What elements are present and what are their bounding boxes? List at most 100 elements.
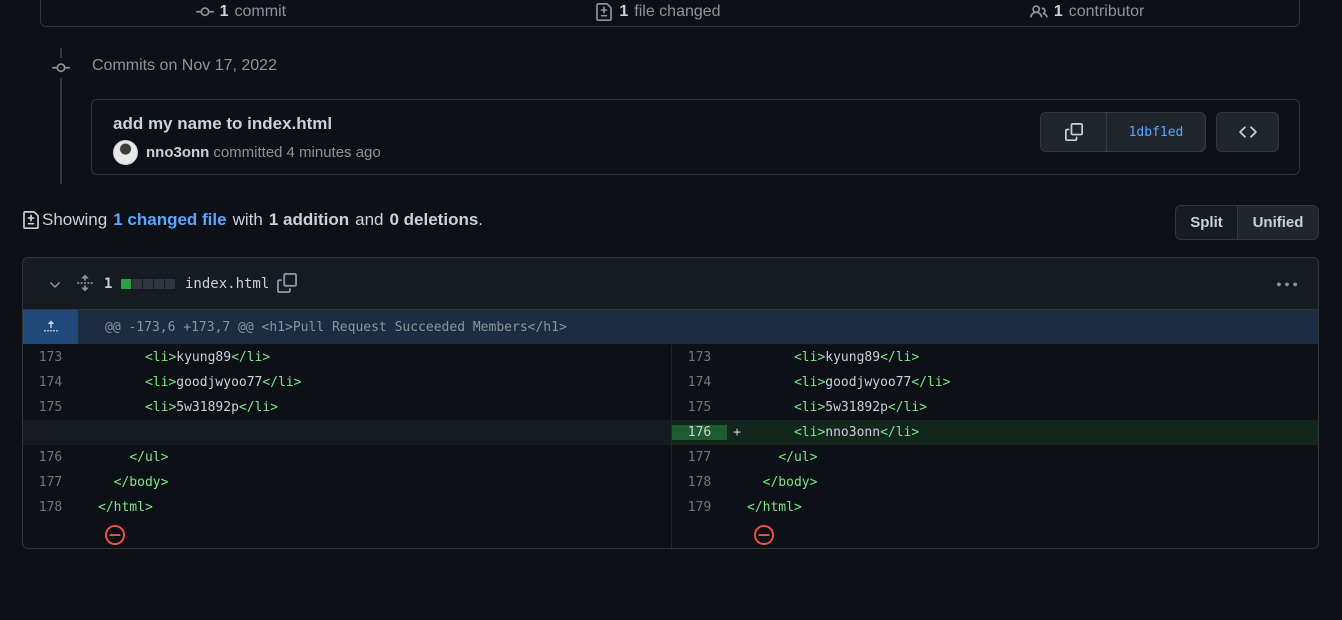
browse-repo-button[interactable]	[1216, 112, 1279, 152]
line-number[interactable]: 175	[672, 400, 727, 415]
code-open-tag: </ul>	[778, 450, 818, 465]
contributors-stat[interactable]: 1 contributor	[1029, 3, 1145, 21]
files-stat[interactable]: 1 file changed	[595, 3, 721, 21]
code-open-tag: </html>	[98, 500, 153, 515]
code-open-tag: <li>	[793, 350, 826, 365]
diff-row: 176 </ul>	[23, 445, 671, 470]
diff-row: 173 <li>kyung89</li>	[23, 345, 671, 370]
commit-meta: nno3onn committed 4 minutes ago	[113, 140, 381, 165]
diff-view-toggle: Split Unified	[1175, 205, 1319, 240]
code-line: <li>goodjwyoo77</li>	[747, 375, 951, 390]
unified-view-button[interactable]: Unified	[1238, 206, 1318, 239]
code-open-tag: <li>	[144, 400, 177, 415]
showing-and: and	[355, 210, 384, 229]
line-number[interactable]: 176	[23, 450, 78, 465]
line-number[interactable]: 178	[672, 475, 727, 490]
code-icon	[1238, 126, 1257, 138]
line-number[interactable]: 176	[672, 425, 727, 440]
commit-sha-group: 1dbf1ed	[1040, 112, 1206, 152]
fold-up-icon	[43, 320, 58, 332]
diff-row: 179 </html>	[672, 495, 1318, 520]
commit-title-link[interactable]: add my name to index.html	[113, 114, 332, 134]
code-line: </html>	[747, 500, 802, 515]
commit-sha-link[interactable]: 1dbf1ed	[1107, 113, 1205, 151]
diff-row: 178 </body>	[672, 470, 1318, 495]
contributors-label: contributor	[1068, 3, 1145, 20]
code-line: </body>	[747, 475, 818, 490]
copy-sha-button[interactable]	[1041, 113, 1107, 151]
code-close-tag: </li>	[262, 375, 302, 390]
copy-icon[interactable]	[277, 273, 297, 293]
code-close-tag: </li>	[238, 400, 279, 415]
diff-row: 177 </body>	[23, 470, 671, 495]
file-diff: 1 index.html @@ -173,6 +173,7 @@ <h1>Pul…	[22, 257, 1319, 549]
diffstat-neutral-block	[143, 279, 153, 289]
diffstat-added-block	[121, 279, 131, 289]
code-line: </ul>	[747, 450, 817, 465]
file-change-count: 1	[104, 276, 113, 292]
expand-up-button[interactable]	[23, 310, 78, 344]
diff-row: 174 <li>goodjwyoo77</li>	[672, 370, 1318, 395]
changed-files-link[interactable]: 1 changed file	[113, 210, 226, 230]
code-open-tag: <li>	[144, 375, 177, 390]
hunk-header-text: @@ -173,6 +173,7 @@ <h1>Pull Request Suc…	[105, 320, 567, 335]
showing-prefix: Showing	[42, 210, 108, 229]
code-close-tag: </li>	[231, 350, 271, 365]
no-newline-row	[23, 520, 671, 548]
line-number[interactable]: 173	[23, 350, 78, 365]
code-close-tag: </li>	[887, 400, 928, 415]
kebab-horizontal-icon[interactable]	[1277, 275, 1297, 295]
contributors-count: 1	[1053, 3, 1063, 20]
code-close-tag: </li>	[911, 375, 951, 390]
diff-marker: +	[733, 425, 741, 440]
no-entry-icon[interactable]	[754, 525, 774, 545]
diff-row: 174 <li>goodjwyoo77</li>	[23, 370, 671, 395]
chevron-down-icon[interactable]	[47, 277, 63, 293]
diff-row: 178 </html>	[23, 495, 671, 520]
file-header: 1 index.html	[23, 258, 1318, 310]
code-line: <li>kyung89</li>	[747, 350, 919, 365]
file-diff-icon	[23, 211, 39, 229]
commit-icon	[195, 7, 214, 17]
commit-author-link[interactable]: nno3onn	[146, 144, 209, 161]
line-number[interactable]: 173	[672, 350, 727, 365]
file-name-link[interactable]: index.html	[185, 276, 269, 292]
line-number[interactable]: 177	[672, 450, 727, 465]
code-line: </ul>	[98, 450, 168, 465]
code-open-tag: </ul>	[129, 450, 169, 465]
expand-all-icon[interactable]	[76, 274, 94, 292]
code-close-tag: </li>	[880, 425, 920, 440]
commits-count: 1	[219, 3, 229, 20]
copy-icon	[1064, 123, 1083, 141]
line-number[interactable]: 175	[23, 400, 78, 415]
code-line: <li>kyung89</li>	[98, 350, 270, 365]
additions-count: 1 addition	[268, 210, 350, 229]
diffstat-neutral-block	[165, 279, 175, 289]
avatar[interactable]	[113, 140, 138, 165]
commits-stat[interactable]: 1 commit	[195, 3, 286, 21]
diff-summary: Showing 1 changed file with 1 addition a…	[22, 210, 483, 230]
no-newline-row	[672, 520, 1318, 548]
line-number[interactable]: 177	[23, 475, 78, 490]
no-entry-icon[interactable]	[105, 525, 125, 545]
split-view-button[interactable]: Split	[1176, 206, 1238, 239]
line-number[interactable]: 174	[23, 375, 78, 390]
code-close-tag: </li>	[880, 350, 920, 365]
code-line: <li>5w31892p</li>	[98, 400, 278, 415]
code-open-tag: <li>	[144, 350, 177, 365]
line-number[interactable]: 174	[672, 375, 727, 390]
files-label: file changed	[634, 3, 721, 20]
diff-row: 177 </ul>	[672, 445, 1318, 470]
code-line: <li>goodjwyoo77</li>	[98, 375, 302, 390]
code-text: kyung89	[825, 350, 881, 365]
pr-summary-bar: 1 commit 1 file changed 1 contributor	[40, 0, 1300, 27]
line-number[interactable]: 179	[672, 500, 727, 515]
line-number[interactable]: 178	[23, 500, 78, 515]
code-text: goodjwyoo77	[825, 375, 912, 390]
files-count: 1	[619, 3, 629, 20]
